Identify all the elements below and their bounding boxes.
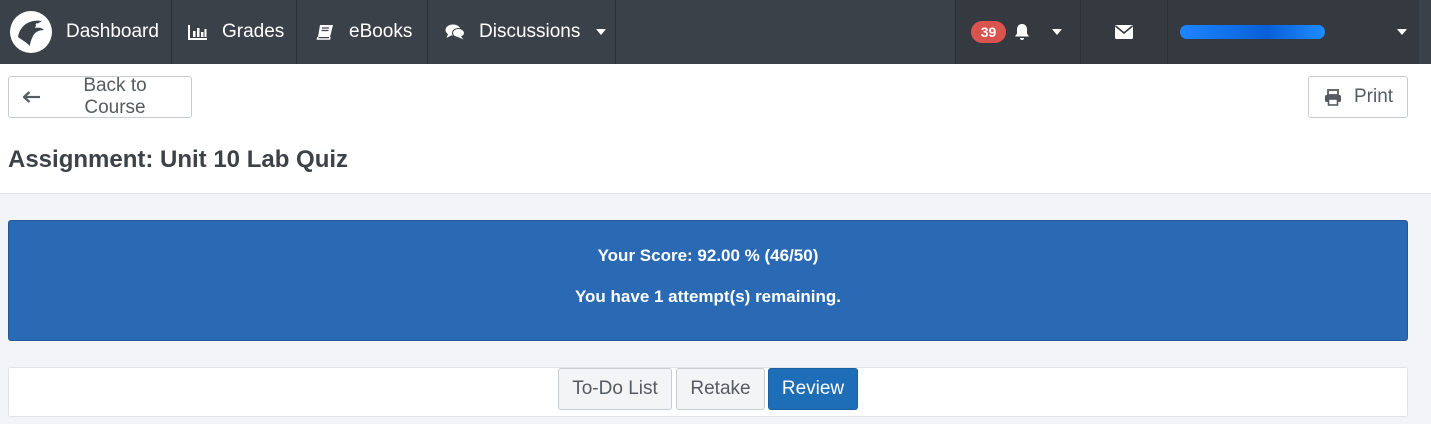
quiz-action-bar: To-Do List Retake Review xyxy=(8,367,1408,417)
review-button[interactable]: Review xyxy=(768,368,858,410)
dashboard-label: Dashboard xyxy=(66,21,159,42)
page-title: Assignment: Unit 10 Lab Quiz xyxy=(8,146,349,173)
back-to-course-label: Back to Course xyxy=(83,75,147,118)
grades-nav-link[interactable]: Grades xyxy=(172,0,297,64)
envelope-icon xyxy=(1115,25,1133,39)
navbar-edge xyxy=(1419,0,1431,64)
top-navbar: Dashboard Grades eBooks Discussions 39 xyxy=(0,0,1431,64)
print-button[interactable]: Print xyxy=(1308,76,1408,118)
chevron-down-icon xyxy=(596,29,607,35)
todo-list-button[interactable]: To-Do List xyxy=(558,368,672,410)
retake-button[interactable]: Retake xyxy=(676,368,765,410)
score-result-panel: Your Score: 92.00 % (46/50) You have 1 a… xyxy=(8,220,1408,341)
back-to-course-button[interactable]: Back to Course xyxy=(8,75,192,118)
user-menu-dropdown[interactable]: redacted-user xyxy=(1168,0,1419,64)
arrow-left-icon xyxy=(23,88,41,106)
printer-icon xyxy=(1324,88,1342,106)
messages-link[interactable] xyxy=(1081,0,1168,64)
grades-label: Grades xyxy=(222,21,285,42)
dashboard-nav-link[interactable]: Dashboard xyxy=(0,0,172,64)
chevron-down-icon xyxy=(1052,29,1062,35)
chevron-down-icon xyxy=(1397,29,1407,35)
bar-chart-icon xyxy=(188,22,208,42)
book-icon xyxy=(315,22,335,42)
user-name-redacted: redacted-user xyxy=(1180,25,1325,39)
ebooks-label: eBooks xyxy=(349,21,413,42)
discussions-label: Discussions xyxy=(479,21,581,42)
attempts-remaining-text: You have 1 attempt(s) remaining. xyxy=(574,287,842,306)
score-text: Your Score: 92.00 % (46/50) xyxy=(597,246,819,265)
eagle-logo-icon xyxy=(10,11,52,53)
navbar-spacer xyxy=(616,0,955,64)
bell-icon xyxy=(1014,23,1030,41)
notification-count-badge: 39 xyxy=(971,21,1006,43)
print-label: Print xyxy=(1354,86,1394,107)
ebooks-nav-link[interactable]: eBooks xyxy=(297,0,428,64)
notifications-dropdown[interactable]: 39 xyxy=(955,0,1081,64)
discussions-dropdown[interactable]: Discussions xyxy=(428,0,616,64)
navbar-right-group: 39 redacted-user xyxy=(955,0,1419,64)
comments-icon xyxy=(445,22,465,42)
